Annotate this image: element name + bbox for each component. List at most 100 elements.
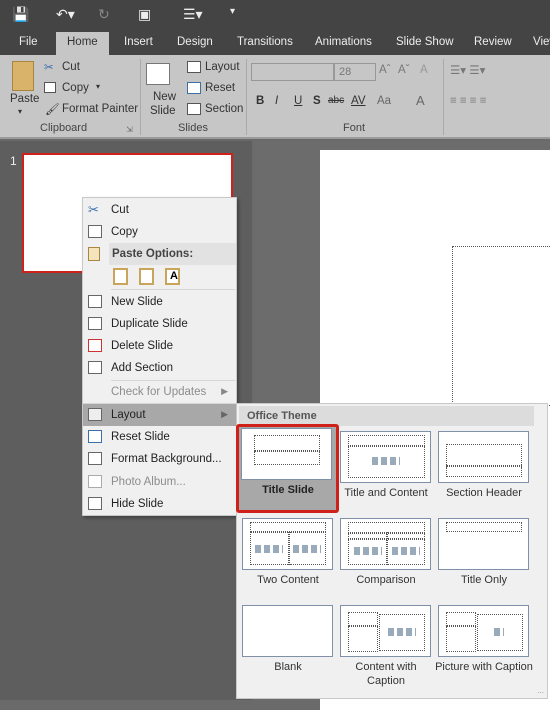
submenu-header: Office Theme — [239, 406, 534, 426]
group-label-slides: Slides — [178, 122, 208, 134]
paste-keep-source-icon[interactable] — [113, 268, 128, 285]
layout-title-slide[interactable]: Title Slide — [236, 424, 339, 513]
layout-blank[interactable]: Blank — [239, 603, 335, 687]
layout-title-and-content[interactable]: Title and Content — [337, 429, 433, 513]
menu-item-layout[interactable]: Layout ▶ — [83, 404, 236, 426]
layout-button[interactable]: Layout — [205, 61, 240, 73]
new-slide-label[interactable]: New — [153, 91, 176, 103]
tab-animations[interactable]: Animations — [315, 36, 372, 48]
layout-submenu: Office Theme Title Slide Title and Conte… — [236, 403, 548, 699]
delete-slide-icon — [88, 339, 102, 352]
layout-section-header[interactable]: Section Header — [435, 429, 531, 513]
slide-number: 1 — [10, 154, 17, 168]
menu-item-format-background[interactable]: Format Background... — [83, 448, 236, 470]
reset-icon — [187, 82, 201, 94]
menu-item-delete-slide[interactable]: Delete Slide — [83, 335, 236, 357]
format-painter-icon: 🖌 — [45, 104, 60, 116]
context-menu: ✂ Cut Copy Paste Options: A New Slide Dup… — [82, 197, 237, 516]
character-spacing-button[interactable]: AV — [351, 95, 366, 107]
clipboard-launcher-icon[interactable]: ⇲ — [126, 125, 133, 134]
layout-two-content[interactable]: Two Content — [239, 516, 335, 600]
paste-dropdown-icon[interactable]: ▾ — [18, 107, 22, 116]
group-label-font: Font — [343, 122, 366, 134]
new-slide-icon — [88, 295, 102, 308]
bold-button[interactable]: B — [256, 95, 264, 107]
present-icon[interactable]: ▣ — [138, 6, 151, 23]
paste-use-destination-icon[interactable] — [139, 268, 154, 285]
resize-grip-icon[interactable]: ⋯ — [537, 689, 544, 697]
tab-view[interactable]: View — [533, 36, 550, 48]
save-icon[interactable]: 💾 — [12, 6, 29, 23]
submenu-arrow-icon: ▶ — [221, 386, 228, 396]
format-background-icon — [88, 452, 102, 465]
paste-text-only-icon[interactable]: A — [165, 268, 180, 285]
menu-item-duplicate-slide[interactable]: Duplicate Slide — [83, 313, 236, 335]
shadow-button[interactable]: S — [313, 95, 321, 107]
redo-icon[interactable]: ↻ — [98, 6, 110, 23]
tab-insert[interactable]: Insert — [124, 36, 153, 48]
reset-button[interactable]: Reset — [205, 82, 235, 94]
strikethrough-button[interactable]: abc — [328, 95, 344, 106]
ribbon: Paste ▾ ✂ Cut Copy ▾ 🖌 Format Painter Cl… — [0, 55, 550, 139]
tab-review[interactable]: Review — [474, 36, 512, 48]
copy-icon — [44, 82, 56, 93]
font-size-field[interactable]: 28 — [334, 63, 376, 81]
menu-item-check-for-updates[interactable]: Check for Updates ▶ — [83, 381, 236, 403]
ribbon-tabs: File Home Insert Design Transitions Anim… — [0, 30, 550, 55]
menu-item-new-slide[interactable]: New Slide — [83, 291, 236, 313]
reset-slide-icon — [88, 430, 102, 443]
layout-comparison[interactable]: Comparison — [337, 516, 433, 600]
copy-dropdown-icon[interactable]: ▾ — [96, 82, 100, 91]
grow-font-icon[interactable]: Aˆ — [379, 64, 391, 76]
tab-home[interactable]: Home — [56, 32, 109, 55]
menu-item-cut[interactable]: ✂ Cut — [83, 199, 236, 221]
scissors-icon: ✂ — [44, 62, 54, 74]
tab-design[interactable]: Design — [177, 36, 213, 48]
placeholder-outline — [452, 246, 550, 406]
paste-icon[interactable] — [12, 61, 34, 91]
format-painter-button[interactable]: Format Painter — [62, 103, 138, 115]
menu-item-hide-slide[interactable]: Hide Slide — [83, 493, 236, 515]
layout-picture-with-caption[interactable]: Picture with Caption — [435, 603, 533, 687]
underline-button[interactable]: U — [294, 95, 302, 107]
paste-button[interactable]: Paste — [10, 93, 39, 105]
new-slide-icon[interactable] — [146, 63, 170, 85]
shrink-font-icon[interactable]: Aˇ — [398, 64, 410, 76]
layout-icon — [88, 408, 102, 421]
new-slide-button[interactable]: Slide — [150, 105, 176, 117]
tab-transitions[interactable]: Transitions — [237, 36, 293, 48]
undo-icon[interactable]: ↶▾ — [56, 6, 75, 23]
clear-format-icon[interactable]: A — [420, 64, 428, 76]
tab-slide-show[interactable]: Slide Show — [396, 36, 454, 48]
layout-content-with-caption[interactable]: Content with Caption — [337, 603, 433, 687]
change-case-button[interactable]: Aa — [377, 95, 391, 107]
picture-icon — [494, 628, 504, 636]
photo-album-icon — [88, 475, 102, 488]
cut-button[interactable]: Cut — [62, 61, 80, 73]
copy-icon — [88, 225, 102, 238]
font-color-button[interactable]: A — [416, 93, 425, 108]
duplicate-slide-icon — [88, 317, 102, 330]
align-paragraph-icons[interactable]: ≡ ≡ ≡ ≡ — [450, 95, 486, 107]
menu-item-add-section[interactable]: Add Section — [83, 357, 236, 379]
font-name-field[interactable] — [251, 63, 334, 81]
align-icon[interactable]: ☰▾ — [183, 6, 203, 23]
tab-file[interactable]: File — [19, 36, 38, 48]
layout-title-only[interactable]: Title Only — [435, 516, 531, 600]
add-section-icon — [88, 361, 102, 374]
bullets-icon[interactable]: ☰▾ ☰▾ — [450, 63, 485, 77]
customize-icon[interactable]: ▾ — [230, 6, 235, 17]
menu-item-copy[interactable]: Copy — [83, 221, 236, 243]
group-label-clipboard: Clipboard — [40, 122, 88, 134]
copy-button[interactable]: Copy — [62, 82, 89, 94]
paste-icon — [88, 247, 100, 261]
quick-access-toolbar: 💾 ↶▾ ↻ ▣ ☰▾ ▾ — [0, 0, 550, 30]
italic-button[interactable]: I — [275, 95, 278, 107]
hide-slide-icon — [88, 497, 102, 510]
section-button[interactable]: Section — [205, 103, 243, 115]
layout-icon — [187, 61, 201, 73]
menu-item-reset-slide[interactable]: Reset Slide — [83, 426, 236, 448]
paste-options-header: Paste Options: — [109, 243, 236, 265]
scissors-icon: ✂ — [88, 202, 99, 217]
menu-item-photo-album[interactable]: Photo Album... — [83, 471, 236, 493]
